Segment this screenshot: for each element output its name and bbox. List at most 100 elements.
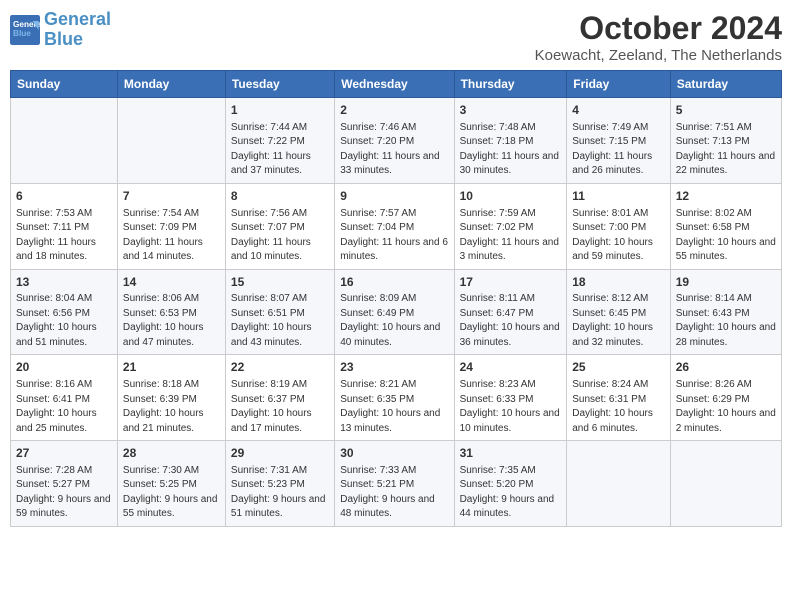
- day-number: 31: [460, 445, 562, 462]
- calendar-cell: 19Sunrise: 8:14 AMSunset: 6:43 PMDayligh…: [670, 269, 781, 355]
- col-sunday: Sunday: [11, 71, 118, 98]
- day-number: 28: [123, 445, 220, 462]
- day-info: Sunrise: 7:53 AMSunset: 7:11 PMDaylight:…: [16, 207, 112, 265]
- day-info: Sunrise: 8:14 AMSunset: 6:43 PMDaylight:…: [676, 292, 776, 350]
- day-info: Sunrise: 8:12 AMSunset: 6:45 PMDaylight:…: [572, 292, 664, 350]
- calendar-cell: 14Sunrise: 8:06 AMSunset: 6:53 PMDayligh…: [117, 269, 225, 355]
- day-info: Sunrise: 7:31 AMSunset: 5:23 PMDaylight:…: [231, 464, 329, 522]
- day-number: 29: [231, 445, 329, 462]
- calendar-cell: 20 Sunrise: 8:16 AMSunset: 6:41 PMDayligh…: [11, 355, 118, 441]
- logo-icon: General Blue: [10, 15, 40, 45]
- col-wednesday: Wednesday: [335, 71, 454, 98]
- day-info: Sunrise: 8:26 AMSunset: 6:29 PMDaylight:…: [676, 378, 776, 436]
- day-info: Sunrise: 8:06 AMSunset: 6:53 PMDaylight:…: [123, 292, 220, 350]
- calendar-cell: 28 Sunrise: 7:30 AMSunset: 5:25 PMDayligh…: [117, 441, 225, 527]
- day-info: Sunrise: 8:18 AMSunset: 6:39 PMDaylight:…: [123, 378, 220, 436]
- calendar-cell: 27 Sunrise: 7:28 AMSunset: 5:27 PMDayligh…: [11, 441, 118, 527]
- day-info: Sunrise: 7:56 AMSunset: 7:07 PMDaylight:…: [231, 207, 329, 265]
- day-number: 27: [16, 445, 112, 462]
- day-number: 19: [676, 274, 776, 291]
- col-friday: Friday: [567, 71, 670, 98]
- calendar-week-1: 6 Sunrise: 7:53 AMSunset: 7:11 PMDaylight…: [11, 183, 782, 269]
- day-number: 12: [676, 188, 776, 205]
- logo: General Blue General Blue: [10, 10, 111, 50]
- col-tuesday: Tuesday: [225, 71, 334, 98]
- svg-text:Blue: Blue: [13, 29, 31, 38]
- calendar-cell: 9Sunrise: 7:57 AMSunset: 7:04 PMDaylight…: [335, 183, 454, 269]
- day-number: 24: [460, 359, 562, 376]
- month-title: October 2024: [535, 10, 782, 47]
- day-number: 6: [16, 188, 112, 205]
- calendar-cell: 6 Sunrise: 7:53 AMSunset: 7:11 PMDaylight…: [11, 183, 118, 269]
- col-saturday: Saturday: [670, 71, 781, 98]
- day-number: 7: [123, 188, 220, 205]
- day-number: 9: [340, 188, 448, 205]
- day-info: Sunrise: 8:24 AMSunset: 6:31 PMDaylight:…: [572, 378, 664, 436]
- day-number: 5: [676, 102, 776, 119]
- day-info: Sunrise: 8:07 AMSunset: 6:51 PMDaylight:…: [231, 292, 329, 350]
- logo-text: General Blue: [44, 10, 111, 50]
- calendar-week-4: 27 Sunrise: 7:28 AMSunset: 5:27 PMDayligh…: [11, 441, 782, 527]
- day-number: 21: [123, 359, 220, 376]
- calendar-week-2: 13Sunrise: 8:04 AMSunset: 6:56 PMDayligh…: [11, 269, 782, 355]
- calendar-cell: 30 Sunrise: 7:33 AMSunset: 5:21 PMDayligh…: [335, 441, 454, 527]
- calendar-cell: 2Sunrise: 7:46 AMSunset: 7:20 PMDaylight…: [335, 98, 454, 184]
- day-number: 11: [572, 188, 664, 205]
- day-number: 13: [16, 274, 112, 291]
- calendar-cell: 29 Sunrise: 7:31 AMSunset: 5:23 PMDayligh…: [225, 441, 334, 527]
- day-info: Sunrise: 7:46 AMSunset: 7:20 PMDaylight:…: [340, 121, 448, 179]
- day-info: Sunrise: 7:33 AMSunset: 5:21 PMDaylight:…: [340, 464, 448, 522]
- day-number: 8: [231, 188, 329, 205]
- day-info: Sunrise: 8:19 AMSunset: 6:37 PMDaylight:…: [231, 378, 329, 436]
- calendar-cell: 1 Sunrise: 7:44 AMSunset: 7:22 PMDaylight…: [225, 98, 334, 184]
- calendar-cell: [117, 98, 225, 184]
- location-title: Koewacht, Zeeland, The Netherlands: [535, 47, 782, 64]
- day-info: Sunrise: 7:49 AMSunset: 7:15 PMDaylight:…: [572, 121, 664, 179]
- day-number: 10: [460, 188, 562, 205]
- header-row: Sunday Monday Tuesday Wednesday Thursday…: [11, 71, 782, 98]
- day-number: 26: [676, 359, 776, 376]
- calendar-cell: 10 Sunrise: 7:59 AMSunset: 7:02 PMDayligh…: [454, 183, 567, 269]
- day-info: Sunrise: 8:02 AMSunset: 6:58 PMDaylight:…: [676, 207, 776, 265]
- calendar-week-0: 1 Sunrise: 7:44 AMSunset: 7:22 PMDaylight…: [11, 98, 782, 184]
- day-info: Sunrise: 8:04 AMSunset: 6:56 PMDaylight:…: [16, 292, 112, 350]
- calendar-cell: 8 Sunrise: 7:56 AMSunset: 7:07 PMDaylight…: [225, 183, 334, 269]
- day-number: 16: [340, 274, 448, 291]
- calendar-table: Sunday Monday Tuesday Wednesday Thursday…: [10, 70, 782, 527]
- day-info: Sunrise: 7:59 AMSunset: 7:02 PMDaylight:…: [460, 207, 562, 265]
- day-info: Sunrise: 7:30 AMSunset: 5:25 PMDaylight:…: [123, 464, 220, 522]
- day-number: 17: [460, 274, 562, 291]
- calendar-cell: 31Sunrise: 7:35 AMSunset: 5:20 PMDayligh…: [454, 441, 567, 527]
- calendar-cell: 11 Sunrise: 8:01 AMSunset: 7:00 PMDayligh…: [567, 183, 670, 269]
- calendar-cell: 26 Sunrise: 8:26 AMSunset: 6:29 PMDayligh…: [670, 355, 781, 441]
- day-info: Sunrise: 7:44 AMSunset: 7:22 PMDaylight:…: [231, 121, 329, 179]
- day-number: 23: [340, 359, 448, 376]
- calendar-cell: 12 Sunrise: 8:02 AMSunset: 6:58 PMDayligh…: [670, 183, 781, 269]
- day-number: 20: [16, 359, 112, 376]
- day-info: Sunrise: 8:11 AMSunset: 6:47 PMDaylight:…: [460, 292, 562, 350]
- calendar-cell: 18Sunrise: 8:12 AMSunset: 6:45 PMDayligh…: [567, 269, 670, 355]
- day-number: 15: [231, 274, 329, 291]
- calendar-cell: 24 Sunrise: 8:23 AMSunset: 6:33 PMDayligh…: [454, 355, 567, 441]
- calendar-cell: [11, 98, 118, 184]
- col-monday: Monday: [117, 71, 225, 98]
- title-section: October 2024 Koewacht, Zeeland, The Neth…: [535, 10, 782, 64]
- calendar-cell: 13Sunrise: 8:04 AMSunset: 6:56 PMDayligh…: [11, 269, 118, 355]
- page-header: General Blue General Blue October 2024 K…: [10, 10, 782, 64]
- day-number: 1: [231, 102, 329, 119]
- day-info: Sunrise: 8:01 AMSunset: 7:00 PMDaylight:…: [572, 207, 664, 265]
- day-info: Sunrise: 7:28 AMSunset: 5:27 PMDaylight:…: [16, 464, 112, 522]
- col-thursday: Thursday: [454, 71, 567, 98]
- calendar-cell: 15Sunrise: 8:07 AMSunset: 6:51 PMDayligh…: [225, 269, 334, 355]
- day-info: Sunrise: 8:21 AMSunset: 6:35 PMDaylight:…: [340, 378, 448, 436]
- calendar-cell: 23 Sunrise: 8:21 AMSunset: 6:35 PMDayligh…: [335, 355, 454, 441]
- calendar-week-3: 20 Sunrise: 8:16 AMSunset: 6:41 PMDayligh…: [11, 355, 782, 441]
- day-number: 18: [572, 274, 664, 291]
- day-info: Sunrise: 8:23 AMSunset: 6:33 PMDaylight:…: [460, 378, 562, 436]
- calendar-cell: [670, 441, 781, 527]
- day-info: Sunrise: 8:16 AMSunset: 6:41 PMDaylight:…: [16, 378, 112, 436]
- day-number: 30: [340, 445, 448, 462]
- calendar-cell: [567, 441, 670, 527]
- day-info: Sunrise: 7:54 AMSunset: 7:09 PMDaylight:…: [123, 207, 220, 265]
- calendar-cell: 25Sunrise: 8:24 AMSunset: 6:31 PMDayligh…: [567, 355, 670, 441]
